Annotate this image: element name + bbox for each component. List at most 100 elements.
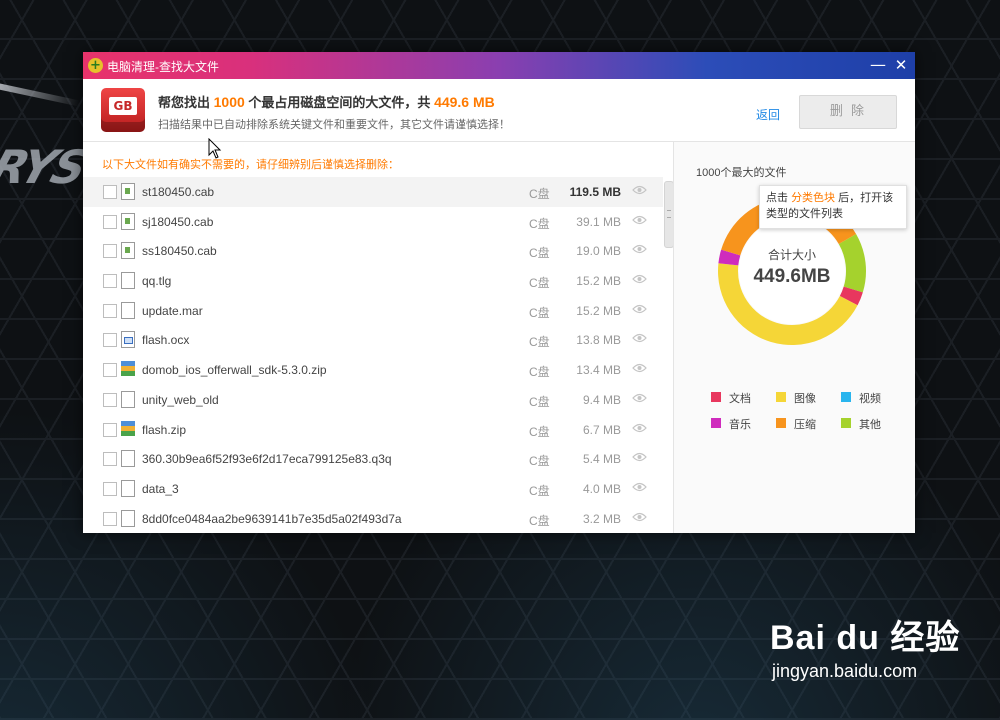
total-size: 449.6 MB — [434, 94, 495, 110]
file-row[interactable]: domob_ios_offerwall_sdk-5.3.0.zip C盘 13.4 … — [83, 355, 663, 385]
cab-file-icon — [121, 242, 135, 260]
close-button[interactable]: ✕ — [891, 55, 911, 75]
large-file-icon: GB — [101, 88, 145, 132]
ocx-file-icon — [121, 331, 135, 349]
file-checkbox[interactable] — [103, 422, 117, 437]
file-size: 13.4 MB — [576, 363, 621, 378]
summary-header: GB 帮您找出 1000 个最占用磁盘空间的大文件，共 449.6 MB 扫描结… — [83, 79, 915, 142]
preview-eye-icon[interactable] — [632, 393, 647, 403]
file-row[interactable]: data_3 C盘 4.0 MB — [83, 474, 663, 504]
file-disk: C盘 — [529, 454, 550, 469]
preview-eye-icon[interactable] — [632, 423, 647, 433]
file-name: sj180450.cab — [142, 214, 214, 229]
file-row[interactable]: flash.ocx C盘 13.8 MB — [83, 325, 663, 355]
list-scrollbar[interactable] — [664, 181, 673, 248]
preview-eye-icon[interactable] — [632, 215, 647, 225]
file-disk: C盘 — [529, 305, 550, 320]
back-link[interactable]: 返回 — [756, 106, 780, 123]
preview-eye-icon[interactable] — [632, 244, 647, 254]
legend-label: 音乐 — [729, 419, 751, 431]
file-checkbox[interactable] — [103, 452, 117, 467]
desktop-decoration — [0, 79, 80, 107]
file-checkbox[interactable] — [103, 274, 117, 289]
file-size: 19.0 MB — [576, 244, 621, 259]
title-bar[interactable]: + 电脑清理-查找大文件 — ✕ — [83, 52, 915, 79]
cab-file-icon — [121, 183, 135, 200]
preview-eye-icon[interactable] — [632, 512, 647, 522]
total-size-value: 449.6MB — [753, 266, 831, 287]
file-disk: C盘 — [529, 187, 550, 201]
minimize-button[interactable]: — — [868, 55, 888, 75]
file-row[interactable]: 360.30b9ea6f52f93e6f2d17eca799125e83.q3q… — [83, 444, 663, 474]
legend-label: 文档 — [729, 393, 751, 405]
summary-panel: 1000个最大的文件 合计大小 449.6MB 点击 分类色块 后，打开该类型的… — [674, 142, 915, 533]
preview-eye-icon[interactable] — [632, 333, 647, 343]
file-disk: C盘 — [529, 246, 550, 261]
category-tooltip: 点击 分类色块 后，打开该类型的文件列表 — [759, 185, 907, 229]
file-row[interactable]: flash.zip C盘 6.7 MB — [83, 415, 663, 445]
legend-label: 压缩 — [794, 419, 816, 431]
file-disk: C盘 — [529, 513, 550, 528]
file-checkbox[interactable] — [103, 333, 117, 348]
file-disk: C盘 — [529, 365, 550, 380]
file-disk: C盘 — [529, 276, 550, 291]
baidu-watermark: Bai du 经验 jingyan.baidu.com — [770, 619, 961, 681]
file-checkbox[interactable] — [103, 511, 117, 526]
cab-file-icon — [121, 212, 135, 230]
file-size: 5.4 MB — [582, 452, 621, 467]
generic-file-icon — [121, 301, 135, 319]
delete-button[interactable]: 删 除 — [799, 95, 897, 129]
file-size: 3.2 MB — [582, 511, 621, 526]
preview-eye-icon[interactable] — [632, 452, 647, 462]
file-size: 15.2 MB — [576, 303, 621, 318]
file-name: flash.zip — [142, 422, 187, 437]
legend-label: 其他 — [859, 419, 881, 431]
file-count: 1000 — [213, 94, 245, 110]
file-list-panel: 以下大文件如有确实不需要的，请仔细辨别后谨慎选择删除： st180450.cab… — [83, 142, 673, 533]
file-list: st180450.cab C盘 119.5 MB sj180450.cab C盘 39.1… — [83, 177, 663, 533]
file-size: 15.2 MB — [576, 274, 621, 289]
preview-eye-icon[interactable] — [632, 185, 647, 195]
file-disk: C盘 — [529, 216, 550, 231]
file-disk: C盘 — [529, 424, 550, 439]
zip-file-icon — [121, 361, 135, 377]
file-checkbox[interactable] — [103, 481, 117, 496]
file-checkbox[interactable] — [103, 303, 117, 318]
preview-eye-icon[interactable] — [632, 363, 647, 373]
file-checkbox[interactable] — [103, 392, 117, 407]
file-row[interactable]: 8dd0fce0484aa2be9639141b7e35d5a02f493d7a… — [83, 504, 663, 533]
legend-swatch — [841, 392, 851, 402]
file-row[interactable]: unity_web_old C盘 9.4 MB — [83, 385, 663, 415]
preview-eye-icon[interactable] — [632, 482, 647, 492]
file-size: 9.4 MB — [582, 392, 621, 407]
legend-swatch — [711, 392, 721, 402]
file-name: domob_ios_offerwall_sdk-5.3.0.zip — [142, 363, 327, 378]
file-row[interactable]: update.mar C盘 15.2 MB — [83, 296, 663, 326]
file-checkbox[interactable] — [103, 244, 117, 259]
file-name: 360.30b9ea6f52f93e6f2d17eca799125e83.q3q — [142, 452, 392, 467]
file-checkbox[interactable] — [103, 214, 117, 229]
generic-file-icon — [121, 390, 135, 408]
file-name: update.mar — [142, 303, 203, 318]
file-row[interactable]: sj180450.cab C盘 39.1 MB — [83, 207, 663, 237]
legend-label: 图像 — [794, 393, 816, 405]
file-row[interactable]: qq.tlg C盘 15.2 MB — [83, 266, 663, 296]
headline: 帮您找出 1000 个最占用磁盘空间的大文件，共 449.6 MB — [158, 94, 495, 110]
file-row[interactable]: ss180450.cab C盘 19.0 MB — [83, 236, 663, 266]
preview-eye-icon[interactable] — [632, 304, 647, 314]
legend-swatch — [776, 392, 786, 402]
preview-eye-icon[interactable] — [632, 274, 647, 284]
file-name: unity_web_old — [142, 392, 219, 407]
file-size: 39.1 MB — [576, 214, 621, 229]
cleanup-window: + 电脑清理-查找大文件 — ✕ GB 帮您找出 1000 个最占用磁盘空间的大… — [83, 52, 915, 533]
legend-swatch — [776, 418, 786, 428]
file-disk: C盘 — [529, 335, 550, 350]
file-checkbox[interactable] — [103, 363, 117, 378]
file-checkbox[interactable] — [103, 185, 117, 199]
file-size: 4.0 MB — [582, 481, 621, 496]
mouse-cursor-icon — [208, 138, 222, 159]
file-size: 13.8 MB — [576, 333, 621, 348]
legend-label: 视频 — [859, 393, 881, 405]
file-row[interactable]: st180450.cab C盘 119.5 MB — [83, 177, 663, 207]
file-name: qq.tlg — [142, 274, 172, 289]
